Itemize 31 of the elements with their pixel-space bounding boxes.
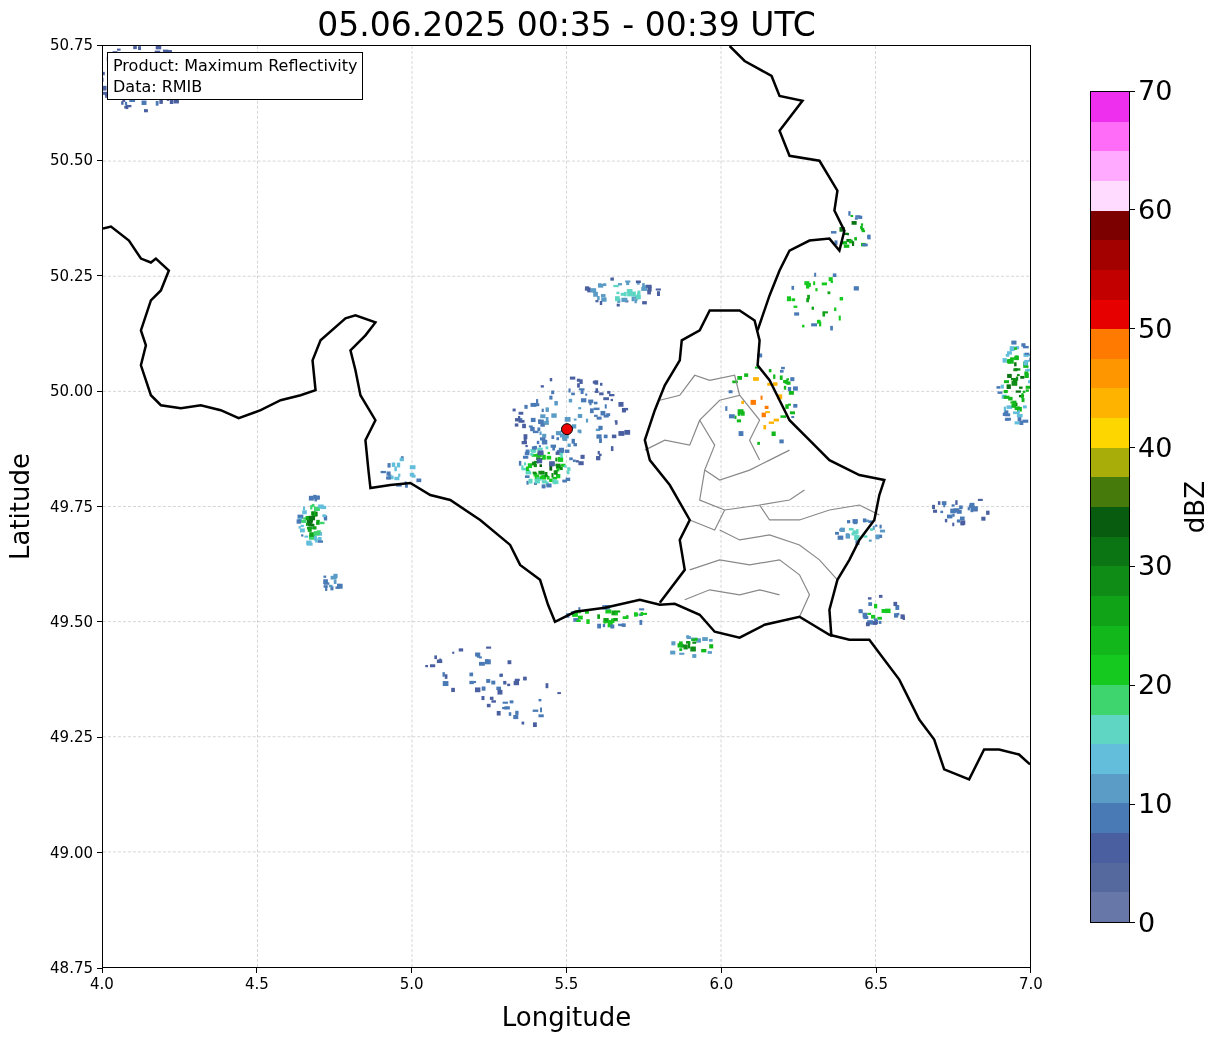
- y-tick-label: 50.00: [50, 382, 93, 401]
- colorbar-tick-label: 60: [1138, 193, 1173, 226]
- colorbar-tick-label: 0: [1138, 906, 1156, 939]
- x-tick-label: 6.5: [864, 975, 889, 993]
- info-text: Product: Maximum Reflectivity: [113, 55, 358, 76]
- y-tick-label: 48.75: [50, 959, 93, 977]
- chart-title: 05.06.2025 00:35 - 00:39 UTC: [316, 4, 817, 45]
- x-tick-label: 5.5: [554, 975, 579, 993]
- x-tick-label: 5.0: [399, 975, 424, 993]
- colorbar-tick-label: 10: [1138, 788, 1173, 821]
- x-tick-label: 4.0: [90, 975, 114, 993]
- y-tick-label: 49.25: [50, 728, 93, 747]
- colorbar-tick-label: 70: [1138, 75, 1173, 107]
- colorbar-tick-label: 40: [1138, 431, 1173, 464]
- y-tick-label: 49.50: [50, 612, 93, 631]
- info-text: Data: RMIB: [113, 76, 204, 97]
- colorbar-label: dBZ: [1180, 480, 1210, 534]
- colorbar-tick-label: 20: [1138, 669, 1173, 702]
- x-tick-label: 4.5: [244, 975, 269, 993]
- y-axis-label: Latitude: [5, 453, 35, 560]
- x-tick-label: 7.0: [1019, 975, 1043, 993]
- y-tick-label: 50.50: [50, 151, 93, 170]
- y-tick-label: 50.25: [50, 266, 93, 285]
- y-tick-label: 49.75: [50, 497, 93, 516]
- colorbar-tick-label: 30: [1138, 550, 1173, 583]
- radar-site-marker: [561, 423, 573, 436]
- x-axis-label: Longitude: [501, 1004, 632, 1030]
- x-tick-label: 6.0: [709, 975, 734, 993]
- y-tick-label: 50.75: [50, 36, 93, 54]
- colorbar-tick-label: 50: [1138, 312, 1173, 345]
- y-tick-label: 49.00: [50, 843, 93, 862]
